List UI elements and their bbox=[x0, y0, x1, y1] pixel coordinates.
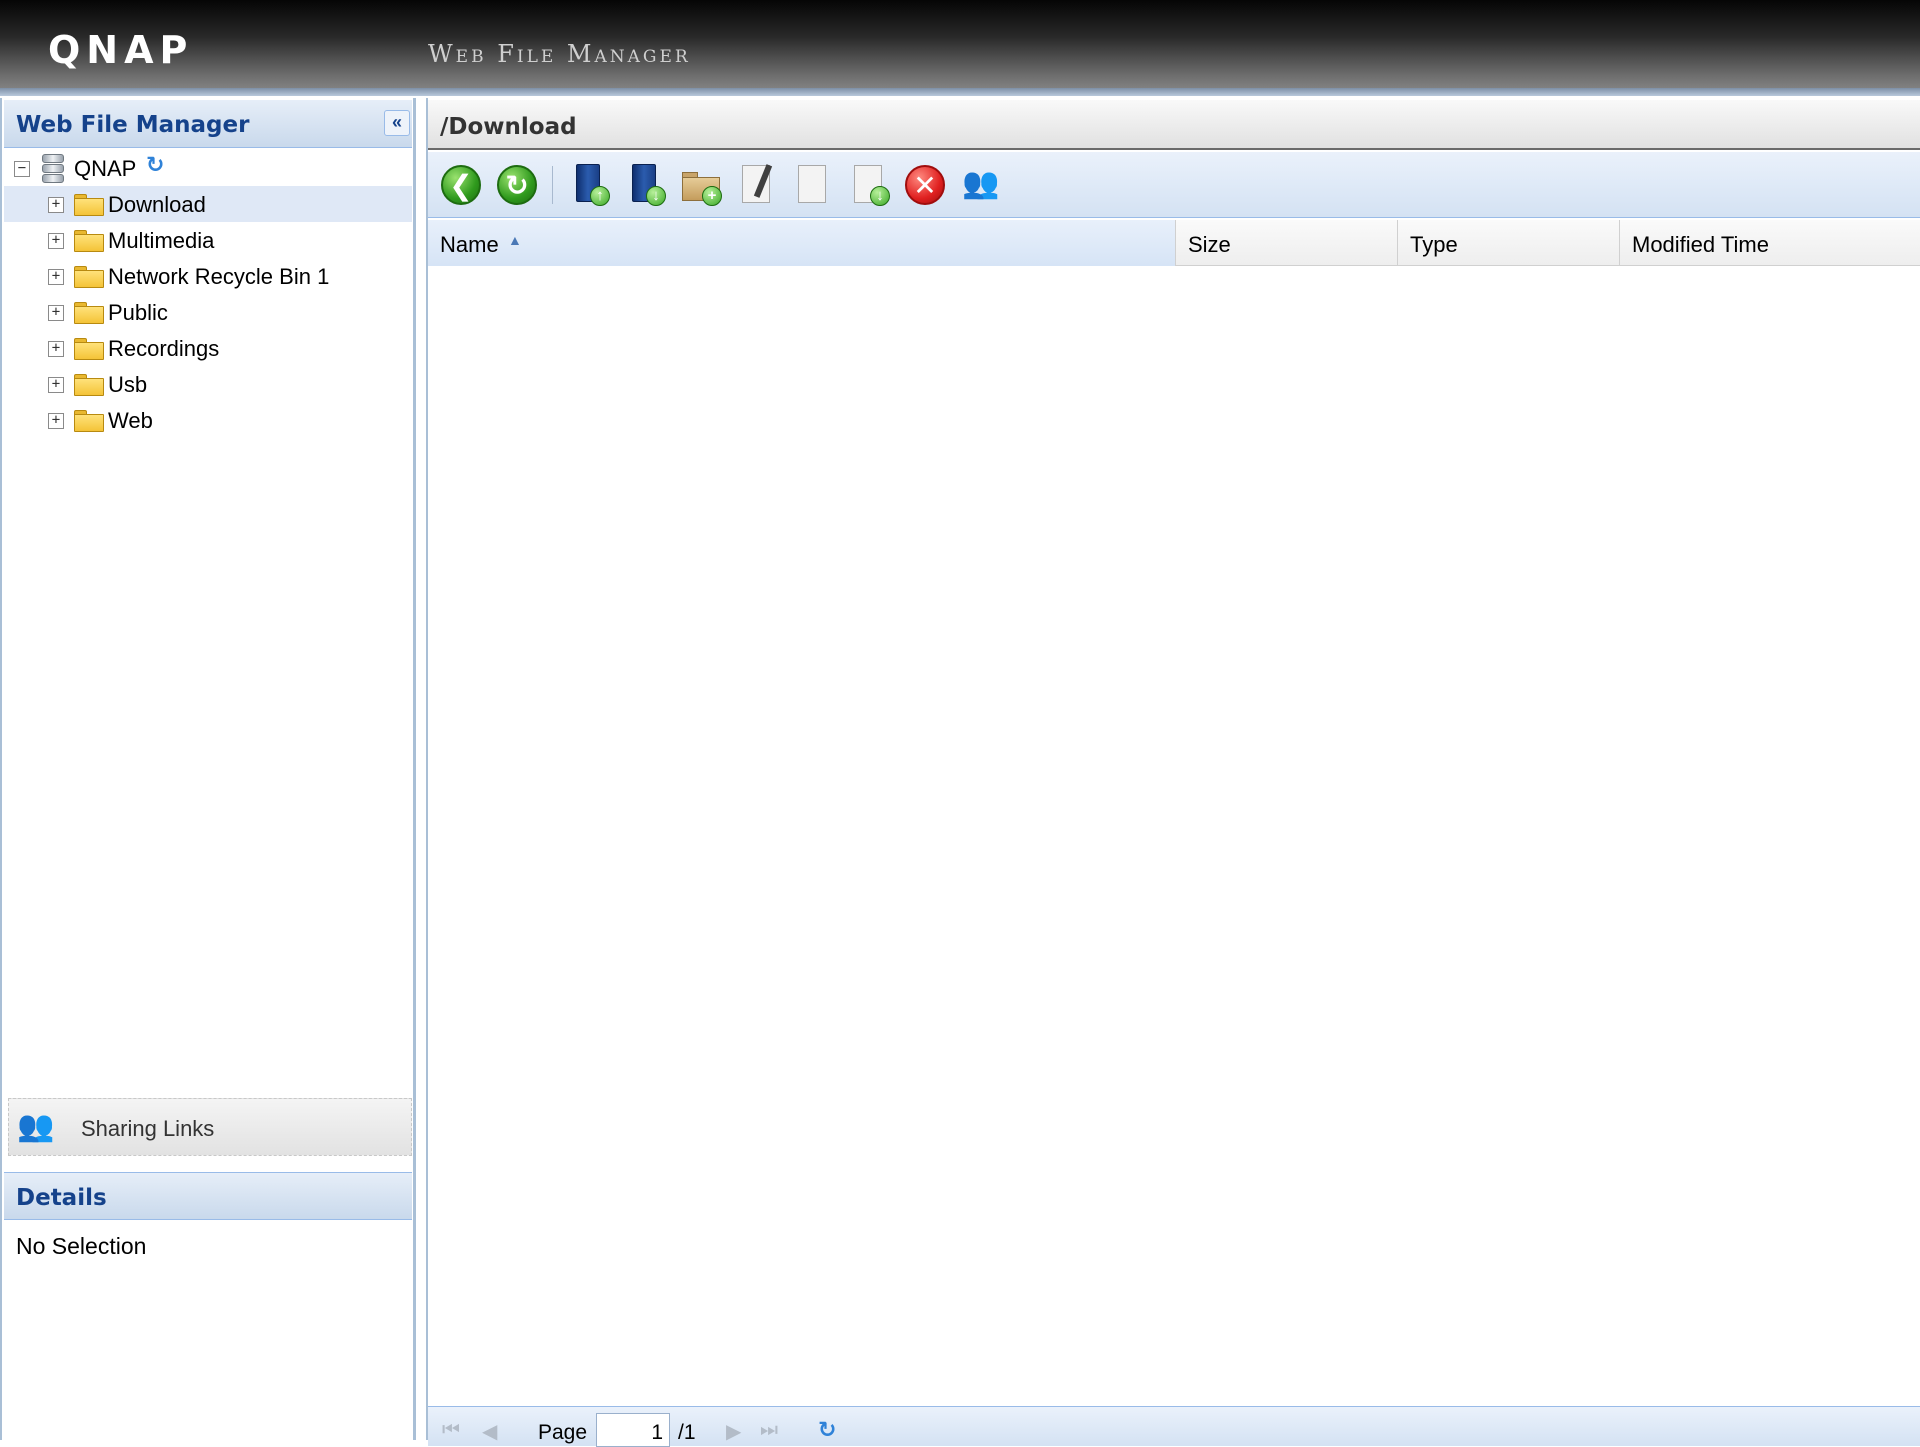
tree-item-label[interactable]: Usb bbox=[108, 372, 147, 398]
plus-icon: + bbox=[702, 186, 722, 206]
share-link-button[interactable]: 👥 bbox=[958, 162, 1004, 208]
folder-icon bbox=[74, 338, 104, 360]
page-number-input[interactable]: 1 bbox=[596, 1413, 670, 1447]
share-icon: 👥 bbox=[962, 167, 1000, 200]
column-modified-time-label[interactable]: Modified Time bbox=[1632, 232, 1769, 258]
tree-item-label[interactable]: Multimedia bbox=[108, 228, 214, 254]
sharing-links-label[interactable]: Sharing Links bbox=[81, 1116, 214, 1142]
move-button[interactable]: ↓ bbox=[846, 162, 892, 208]
expand-icon[interactable]: + bbox=[48, 341, 64, 357]
folder-icon bbox=[74, 230, 104, 252]
back-icon: ❮ bbox=[441, 165, 481, 205]
sharing-links-icon: 👥 bbox=[17, 1110, 55, 1143]
tree-item-label[interactable]: Web bbox=[108, 408, 153, 434]
folder-icon bbox=[74, 410, 104, 432]
details-text: No Selection bbox=[16, 1233, 147, 1259]
collapse-icon[interactable]: − bbox=[14, 161, 30, 177]
column-modified-time[interactable]: Modified Time bbox=[1620, 220, 1920, 266]
folder-icon bbox=[74, 374, 104, 396]
last-page-icon[interactable]: ⏭ bbox=[760, 1419, 778, 1442]
collapse-panel-button[interactable]: « bbox=[384, 110, 410, 136]
app-banner: QNAP Web File Manager bbox=[0, 0, 1920, 94]
tree-item-label[interactable]: Public bbox=[108, 300, 168, 326]
copy-icon bbox=[798, 165, 826, 203]
tree-root-label[interactable]: QNAP bbox=[74, 156, 136, 182]
delete-button[interactable]: ✕ bbox=[902, 162, 948, 208]
paging-toolbar: ⏮ ◀ Page 1 /1 ▶ ⏭ ↻ bbox=[428, 1406, 1920, 1447]
toolbar: ❮ ↻ ↑ ↓ + ↓ ✕ 👥 bbox=[428, 152, 1920, 218]
qnap-logo: QNAP bbox=[48, 28, 194, 72]
page-total: /1 bbox=[678, 1421, 696, 1444]
rename-button[interactable] bbox=[734, 162, 780, 208]
new-folder-button[interactable]: + bbox=[678, 162, 724, 208]
column-type-label[interactable]: Type bbox=[1410, 232, 1458, 258]
banner-divider bbox=[0, 88, 1920, 96]
tree-item-label[interactable]: Network Recycle Bin 1 bbox=[108, 264, 329, 290]
column-name-label[interactable]: Name bbox=[440, 232, 499, 258]
refresh-icon: ↻ bbox=[497, 165, 537, 205]
column-size[interactable]: Size bbox=[1176, 220, 1398, 266]
navigation-panel-title: Web File Manager bbox=[16, 112, 250, 138]
sharing-links-button[interactable]: 👥 Sharing Links bbox=[8, 1098, 412, 1156]
download-button[interactable]: ↓ bbox=[622, 162, 668, 208]
arrow-up-icon: ↑ bbox=[590, 186, 610, 206]
toolbar-separator bbox=[552, 166, 553, 204]
previous-page-icon[interactable]: ◀ bbox=[482, 1419, 497, 1444]
column-size-label[interactable]: Size bbox=[1188, 232, 1231, 258]
column-name[interactable]: Name ▲ bbox=[428, 220, 1176, 266]
tree-root-qnap[interactable]: − QNAP ↻ bbox=[4, 150, 412, 186]
page-label: Page bbox=[538, 1421, 588, 1444]
sort-ascending-icon: ▲ bbox=[508, 232, 522, 248]
file-grid-header: Name ▲ Size Type Modified Time bbox=[428, 220, 1920, 266]
tree-item-web[interactable]: + Web bbox=[4, 402, 412, 438]
server-icon bbox=[42, 154, 64, 186]
tree-item-network-recycle-bin[interactable]: + Network Recycle Bin 1 bbox=[4, 258, 412, 294]
back-button[interactable]: ❮ bbox=[438, 162, 484, 208]
tree-item-multimedia[interactable]: + Multimedia bbox=[4, 222, 412, 258]
first-page-icon[interactable]: ⏮ bbox=[442, 1419, 460, 1442]
expand-icon[interactable]: + bbox=[48, 305, 64, 321]
refresh-button[interactable]: ↻ bbox=[494, 162, 540, 208]
expand-icon[interactable]: + bbox=[48, 413, 64, 429]
file-grid-body[interactable] bbox=[428, 267, 1920, 1407]
tree-item-public[interactable]: + Public bbox=[4, 294, 412, 330]
folder-icon bbox=[74, 302, 104, 324]
delete-icon: ✕ bbox=[905, 165, 945, 205]
column-type[interactable]: Type bbox=[1398, 220, 1620, 266]
tree-item-recordings[interactable]: + Recordings bbox=[4, 330, 412, 366]
app-name: Web File Manager bbox=[428, 40, 691, 68]
current-path: /Download bbox=[440, 114, 577, 140]
details-header: Details bbox=[4, 1172, 412, 1220]
arrow-down-icon: ↓ bbox=[870, 186, 890, 206]
folder-icon bbox=[74, 266, 104, 288]
refresh-icon[interactable]: ↻ bbox=[146, 152, 164, 178]
tree-item-label[interactable]: Recordings bbox=[108, 336, 219, 362]
tree-item-usb[interactable]: + Usb bbox=[4, 366, 412, 402]
expand-icon[interactable]: + bbox=[48, 197, 64, 213]
navigation-panel-header: Web File Manager « bbox=[4, 100, 412, 148]
folder-icon bbox=[74, 194, 104, 216]
file-list-panel: /Download ❮ ↻ ↑ ↓ + ↓ ✕ 👥 Name ▲ Size Ty… bbox=[426, 98, 1920, 1447]
expand-icon[interactable]: + bbox=[48, 269, 64, 285]
next-page-icon[interactable]: ▶ bbox=[726, 1419, 741, 1444]
details-title: Details bbox=[16, 1185, 107, 1211]
navigation-panel: Web File Manager « − QNAP ↻ + Download +… bbox=[0, 98, 416, 1440]
refresh-icon[interactable]: ↻ bbox=[818, 1417, 836, 1443]
expand-icon[interactable]: + bbox=[48, 377, 64, 393]
tree-item-label[interactable]: Download bbox=[108, 192, 206, 218]
expand-icon[interactable]: + bbox=[48, 233, 64, 249]
arrow-down-icon: ↓ bbox=[646, 186, 666, 206]
tree-item-download[interactable]: + Download bbox=[4, 186, 412, 222]
upload-button[interactable]: ↑ bbox=[566, 162, 612, 208]
copy-button[interactable] bbox=[790, 162, 836, 208]
path-bar: /Download bbox=[428, 100, 1920, 150]
